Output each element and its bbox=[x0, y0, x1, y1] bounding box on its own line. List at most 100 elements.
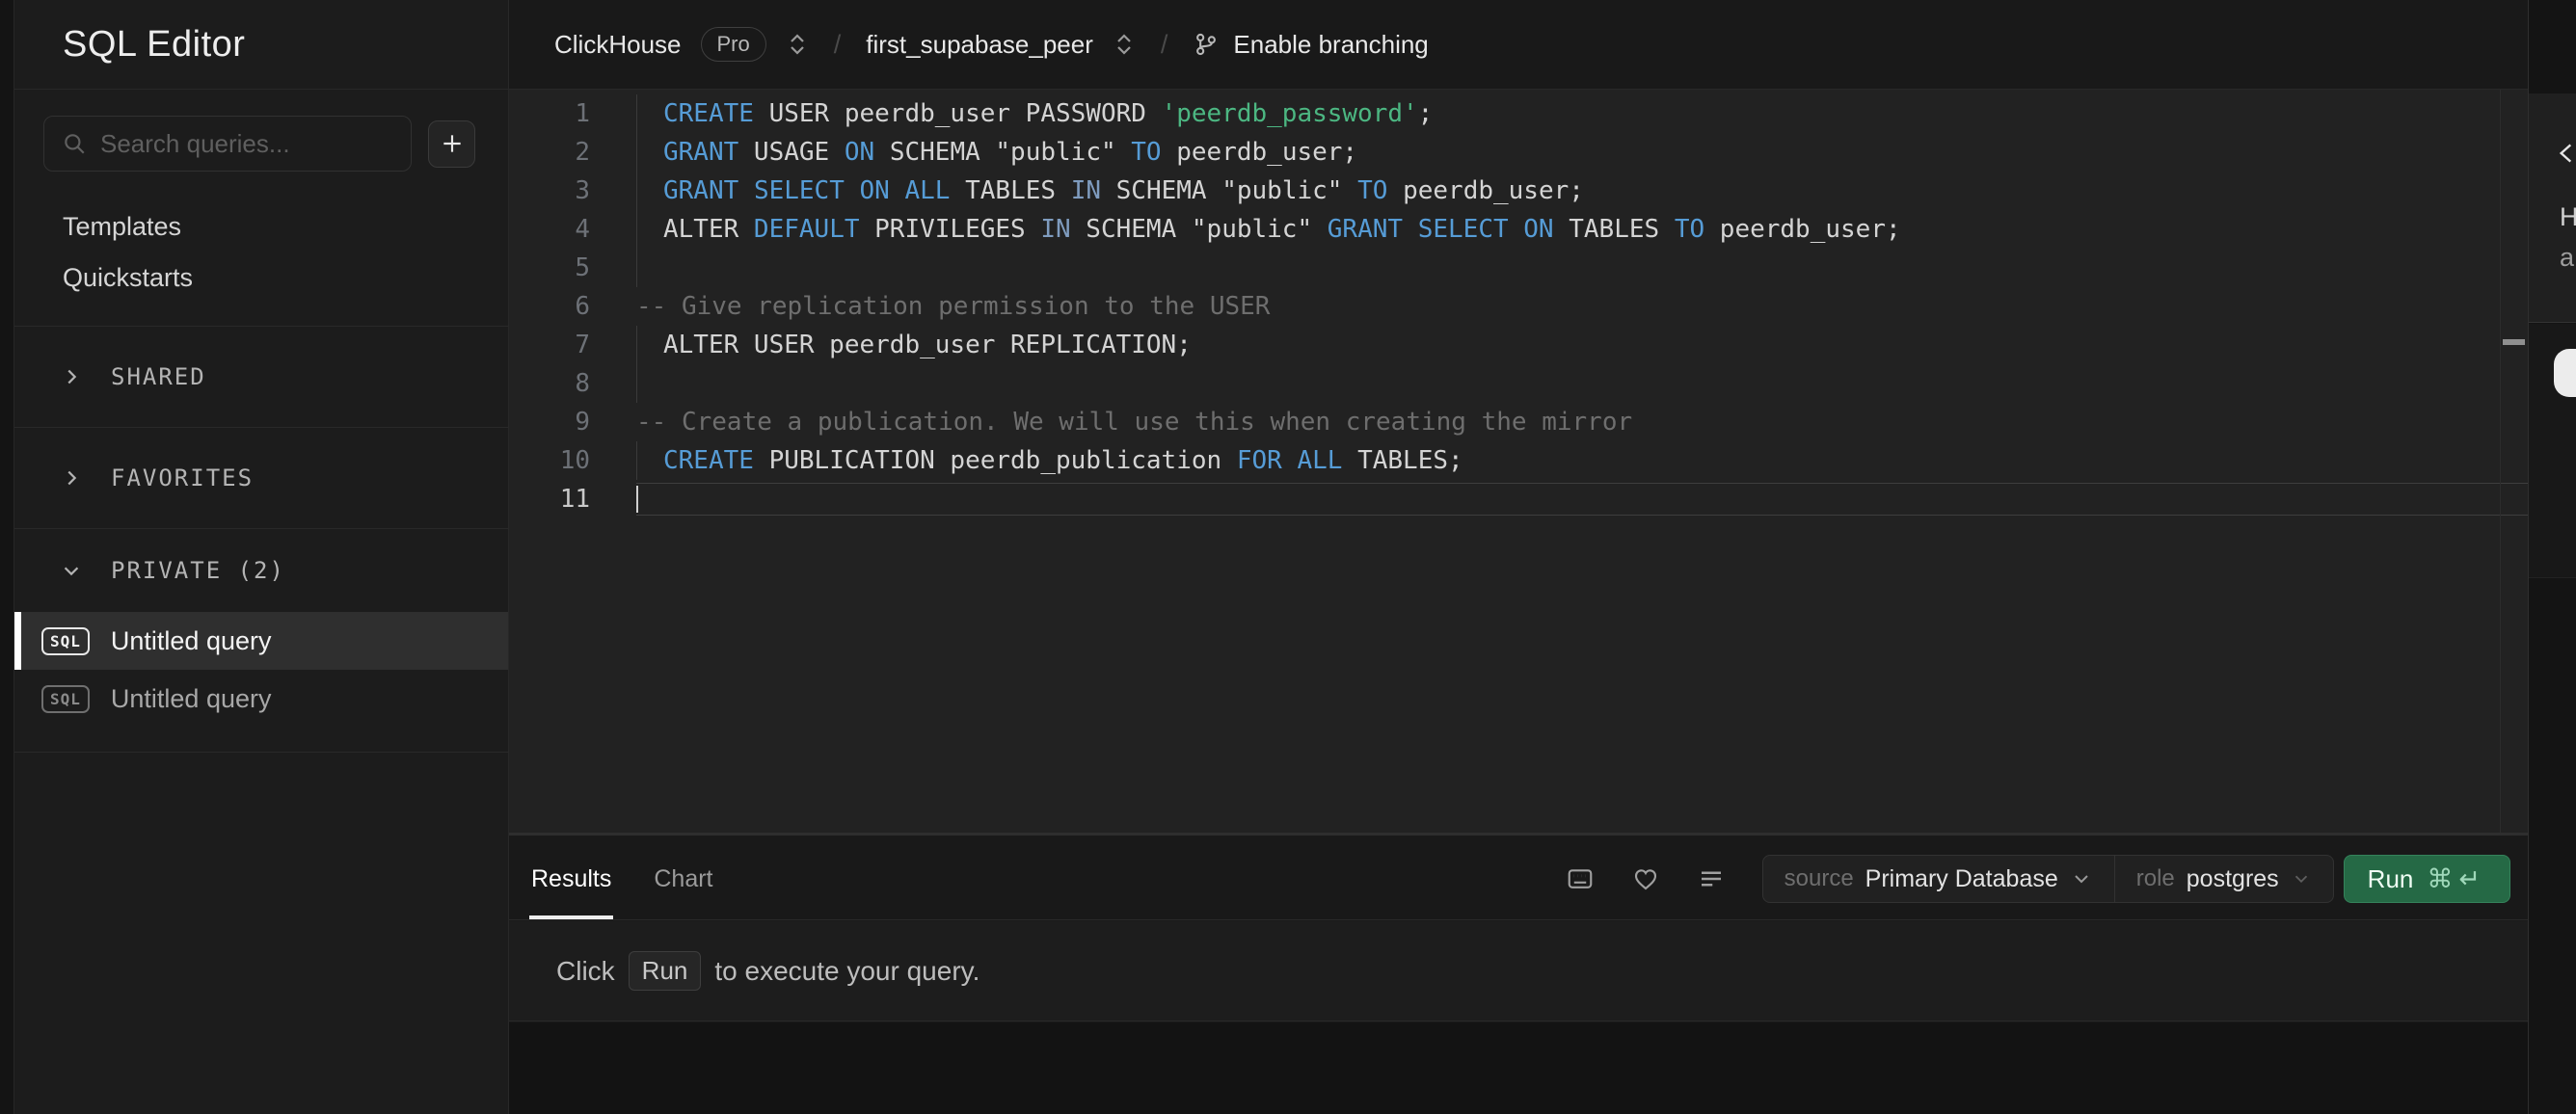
sidebar-query-item[interactable]: SQL Untitled query bbox=[14, 612, 508, 670]
run-label: Run bbox=[2367, 863, 2414, 893]
run-shortcut: ⌘↵ bbox=[2427, 864, 2486, 894]
code-text bbox=[636, 364, 2528, 403]
sidebar-item-quickstarts[interactable]: Quickstarts bbox=[63, 258, 508, 297]
main-area: ClickHouse Pro / first_supabase_peer / E… bbox=[509, 0, 2528, 1114]
command-icon: ⌘ bbox=[2427, 863, 2459, 893]
results-toolbar: Results Chart source Primary Database ro… bbox=[509, 838, 2528, 920]
connection-select-group: source Primary Database role postgres bbox=[1761, 855, 2334, 903]
search-icon bbox=[62, 131, 87, 156]
code-text: GRANT USAGE ON SCHEMA "public" TO peerdb… bbox=[636, 133, 2528, 172]
chevron-right-icon bbox=[61, 366, 82, 387]
breadcrumb-separator: / bbox=[833, 29, 842, 59]
tab-results[interactable]: Results bbox=[529, 838, 614, 919]
line-number: 3 bbox=[575, 176, 590, 205]
sql-code-editor[interactable]: 1 CREATE USER peerdb_user PASSWORD 'peerd… bbox=[509, 90, 2528, 836]
section-label: PRIVATE (2) bbox=[111, 557, 285, 584]
code-text: -- Create a publication. We will use thi… bbox=[636, 408, 1633, 437]
editor-line[interactable]: 11 bbox=[509, 480, 2528, 518]
selector-up-down-icon[interactable] bbox=[1113, 31, 1136, 58]
hint-prefix: Click bbox=[556, 955, 615, 986]
editor-lines: 1 CREATE USER peerdb_user PASSWORD 'peerd… bbox=[509, 90, 2528, 518]
editor-line[interactable]: 4 ALTER DEFAULT PRIVILEGES IN SCHEMA "pub… bbox=[509, 210, 2528, 249]
run-button[interactable]: Run ⌘↵ bbox=[2343, 855, 2510, 903]
right-side-panel: H a bbox=[2528, 0, 2576, 1114]
role-value: postgres bbox=[2186, 864, 2279, 892]
code-text bbox=[636, 249, 2528, 287]
editor-line[interactable]: 3 GRANT SELECT ON ALL TABLES IN SCHEMA "p… bbox=[509, 172, 2528, 210]
sidebar-query-item[interactable]: SQL Untitled query bbox=[14, 670, 508, 728]
left-rail bbox=[0, 0, 14, 1114]
chevron-down-icon bbox=[2291, 868, 2312, 889]
chevron-left-icon[interactable] bbox=[2554, 139, 2576, 168]
overview-ruler-cursor-marker bbox=[2503, 339, 2525, 345]
selector-up-down-icon[interactable] bbox=[786, 31, 809, 58]
clipped-white-pill-button[interactable] bbox=[2554, 349, 2576, 397]
git-branch-icon bbox=[1193, 31, 1220, 58]
new-query-button[interactable] bbox=[428, 119, 475, 168]
line-number: 8 bbox=[575, 369, 590, 398]
role-label: role bbox=[2135, 865, 2175, 891]
sql-file-icon: SQL bbox=[41, 684, 90, 713]
sql-file-icon: SQL bbox=[41, 626, 90, 655]
plan-badge[interactable]: Pro bbox=[700, 27, 766, 62]
sidebar-header: SQL Editor bbox=[14, 0, 508, 90]
line-number: 5 bbox=[575, 253, 590, 282]
section-shared[interactable]: SHARED bbox=[14, 327, 508, 427]
editor-line[interactable]: 2 GRANT USAGE ON SCHEMA "public" TO peerd… bbox=[509, 133, 2528, 172]
bottom-panel bbox=[509, 1022, 2528, 1114]
favorite-heart-icon[interactable] bbox=[1631, 864, 1660, 893]
divider bbox=[14, 728, 508, 753]
code-text: CREATE PUBLICATION peerdb_publication FO… bbox=[636, 441, 2528, 480]
chevron-right-icon bbox=[61, 467, 82, 489]
hint-suffix: to execute your query. bbox=[714, 955, 980, 986]
breadcrumb-project[interactable]: first_supabase_peer bbox=[866, 30, 1093, 60]
code-text: ALTER USER peerdb_user REPLICATION; bbox=[636, 326, 2528, 364]
editor-line[interactable]: 7 ALTER USER peerdb_user REPLICATION; bbox=[509, 326, 2528, 364]
results-toolbar-right: source Primary Database role postgres Ru… bbox=[1566, 855, 2528, 903]
text-cursor bbox=[636, 486, 638, 513]
sidebar-item-templates[interactable]: Templates bbox=[63, 207, 508, 246]
section-label: FAVORITES bbox=[111, 464, 255, 491]
enable-branching-label: Enable branching bbox=[1233, 29, 1429, 59]
line-number: 6 bbox=[575, 292, 590, 321]
source-label: source bbox=[1784, 865, 1854, 891]
tab-chart[interactable]: Chart bbox=[652, 838, 714, 919]
editor-line[interactable]: 10 CREATE PUBLICATION peerdb_publication … bbox=[509, 441, 2528, 480]
editor-line[interactable]: 8 bbox=[509, 364, 2528, 403]
chevron-down-icon bbox=[2070, 867, 2093, 890]
return-icon: ↵ bbox=[2458, 863, 2486, 893]
keyboard-shortcuts-icon[interactable] bbox=[1566, 864, 1595, 893]
editor-line[interactable]: 9 -- Create a publication. We will use th… bbox=[509, 403, 2528, 441]
sidebar-nav-links: Templates Quickstarts bbox=[14, 172, 508, 297]
format-lines-icon[interactable] bbox=[1697, 864, 1726, 893]
line-number: 1 bbox=[575, 99, 590, 128]
editor-line[interactable]: 1 CREATE USER peerdb_user PASSWORD 'peerd… bbox=[509, 94, 2528, 133]
line-number: 2 bbox=[575, 138, 590, 167]
breadcrumb-org[interactable]: ClickHouse bbox=[554, 30, 682, 60]
section-favorites[interactable]: FAVORITES bbox=[14, 428, 508, 528]
query-item-label: Untitled query bbox=[110, 625, 272, 655]
line-number: 10 bbox=[559, 446, 590, 475]
editor-scrollbar-lane[interactable] bbox=[2500, 90, 2501, 833]
code-text: -- Give replication permission to the US… bbox=[636, 292, 1271, 321]
search-input[interactable] bbox=[100, 128, 423, 159]
line-number: 4 bbox=[575, 215, 590, 244]
editor-line[interactable]: 6 -- Give replication permission to the U… bbox=[509, 287, 2528, 326]
line-number: 9 bbox=[575, 408, 590, 437]
enable-branching-button[interactable]: Enable branching bbox=[1193, 29, 1429, 60]
search-box[interactable] bbox=[43, 116, 456, 172]
section-private[interactable]: PRIVATE (2) bbox=[14, 529, 508, 612]
query-item-label: Untitled query bbox=[110, 683, 272, 713]
clipped-text-fragment: H bbox=[2560, 202, 2576, 232]
breadcrumb-separator: / bbox=[1160, 29, 1168, 59]
results-tabs: Results Chart bbox=[509, 838, 715, 919]
editor-line[interactable]: 5 bbox=[509, 249, 2528, 287]
search-row bbox=[14, 90, 508, 172]
code-text: CREATE USER peerdb_user PASSWORD 'peerdb… bbox=[636, 94, 2528, 133]
page-title: SQL Editor bbox=[63, 23, 246, 65]
run-kbd-hint: Run bbox=[628, 951, 702, 991]
chevron-down-icon bbox=[61, 560, 82, 581]
role-select[interactable]: role postgres bbox=[2113, 856, 2333, 902]
results-empty-message: Click Run to execute your query. bbox=[509, 921, 2528, 1021]
source-select[interactable]: source Primary Database bbox=[1763, 856, 2114, 902]
